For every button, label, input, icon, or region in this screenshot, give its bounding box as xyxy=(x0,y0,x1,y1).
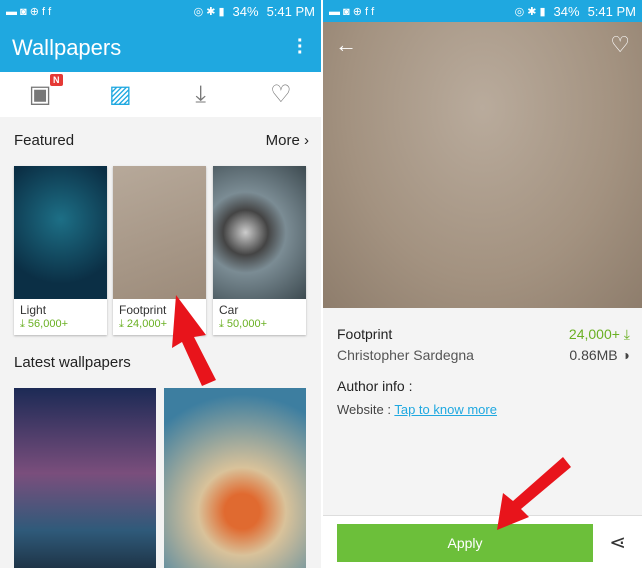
notification-icons: ▬ ◙ ⊕ f f xyxy=(329,5,375,18)
heart-icon[interactable]: ♡ xyxy=(610,32,630,58)
status-bar: ▬ ◙ ⊕ f f ◎ ✱ ▮ 34% 5:41 PM xyxy=(0,0,321,22)
battery-level: 34% xyxy=(232,3,259,19)
wallpaper-card-light[interactable]: Light ⤓ 56,000+ xyxy=(14,166,107,335)
tab-downloads[interactable]: ⤓ xyxy=(161,72,241,117)
count-value: 24,000+ xyxy=(568,326,620,342)
overflow-menu-icon[interactable]: · · · xyxy=(297,31,304,63)
wallpaper-name: Footprint xyxy=(337,326,393,342)
card-name: Light xyxy=(20,303,47,317)
notification-icons: ▬ ◙ ⊕ f f xyxy=(6,5,52,18)
app-bar: Wallpapers · · · xyxy=(0,22,321,72)
author-info-heading: Author info : xyxy=(337,378,413,394)
card-name: Car xyxy=(219,303,239,317)
share-icon[interactable]: ⋖ xyxy=(609,530,626,555)
download-count: ⤓ 50,000+ xyxy=(219,318,267,330)
download-icon: ⤓ xyxy=(623,326,630,342)
website-label: Website : xyxy=(337,402,391,417)
wallpaper-card-car[interactable]: Car ⤓ 50,000+ xyxy=(213,166,306,335)
featured-book-icon: ▣ xyxy=(28,81,52,108)
chevron-right-icon: › xyxy=(304,132,309,149)
count-value: 24,000+ xyxy=(126,318,167,330)
bottom-bar: Apply ⋖ xyxy=(323,515,642,568)
signal-icons: ◎ ✱ ▮ xyxy=(514,5,546,18)
download-count: ⤓ 56,000+ xyxy=(20,318,68,330)
battery-level: 34% xyxy=(553,3,580,19)
card-name: Footprint xyxy=(119,303,167,317)
back-arrow-icon[interactable]: ← xyxy=(335,32,357,58)
latest-wallpaper-1[interactable] xyxy=(14,388,156,568)
tab-featured[interactable]: ▣ N xyxy=(0,72,80,117)
app-title: Wallpapers xyxy=(12,35,122,60)
signal-icons: ◎ ✱ ▮ xyxy=(193,5,225,18)
featured-heading: Featured xyxy=(14,132,75,149)
status-bar: ▬ ◙ ⊕ f f ◎ ✱ ▮ 34% 5:41 PM xyxy=(323,0,642,22)
download-count: 24,000+ ⤓ xyxy=(569,326,630,343)
wallpaper-detail-screen: ▬ ◙ ⊕ f f ◎ ✱ ▮ 34% 5:41 PM ← ♡ Footprin… xyxy=(323,0,642,568)
new-badge: N xyxy=(50,74,63,86)
wallpaper-thumbnail xyxy=(14,166,107,299)
author-name: Christopher Sardegna xyxy=(337,347,474,363)
count-value: 56,000+ xyxy=(27,318,68,330)
latest-wallpaper-2[interactable] xyxy=(164,388,306,568)
tab-bar: ▣ N ▨ ⤓ ♡ xyxy=(0,72,321,117)
size-value: 0.86MB xyxy=(569,347,618,363)
wallpaper-card-footprint[interactable]: Footprint ⤓ 24,000+ xyxy=(113,166,206,335)
download-icon: ⤓ xyxy=(195,80,206,108)
more-link[interactable]: More › xyxy=(266,132,309,149)
wallpaper-preview: ← ♡ xyxy=(323,22,642,308)
more-label: More xyxy=(265,132,300,149)
tab-gallery[interactable]: ▨ xyxy=(80,72,160,117)
apply-button[interactable]: Apply xyxy=(337,524,593,562)
clock: 5:41 PM xyxy=(266,3,315,19)
heart-icon: ♡ xyxy=(270,81,292,108)
tab-favorites[interactable]: ♡ xyxy=(241,72,321,117)
clock: 5:41 PM xyxy=(587,3,636,19)
wallpaper-thumbnail xyxy=(113,166,206,299)
website-link[interactable]: Tap to know more xyxy=(394,402,497,417)
website-row: Website : Tap to know more xyxy=(337,402,497,417)
wallpapers-screen: ▬ ◙ ⊕ f f ◎ ✱ ▮ 34% 5:41 PM Wallpapers ·… xyxy=(0,0,321,568)
download-count: ⤓ 24,000+ xyxy=(119,318,167,330)
wallpaper-thumbnail xyxy=(213,166,306,299)
latest-heading: Latest wallpapers xyxy=(14,354,131,371)
size-pie-icon: ◑ xyxy=(621,347,630,363)
count-value: 50,000+ xyxy=(226,318,267,330)
gallery-icon: ▨ xyxy=(109,81,132,108)
file-size: 0.86MB ◑ xyxy=(569,347,630,363)
